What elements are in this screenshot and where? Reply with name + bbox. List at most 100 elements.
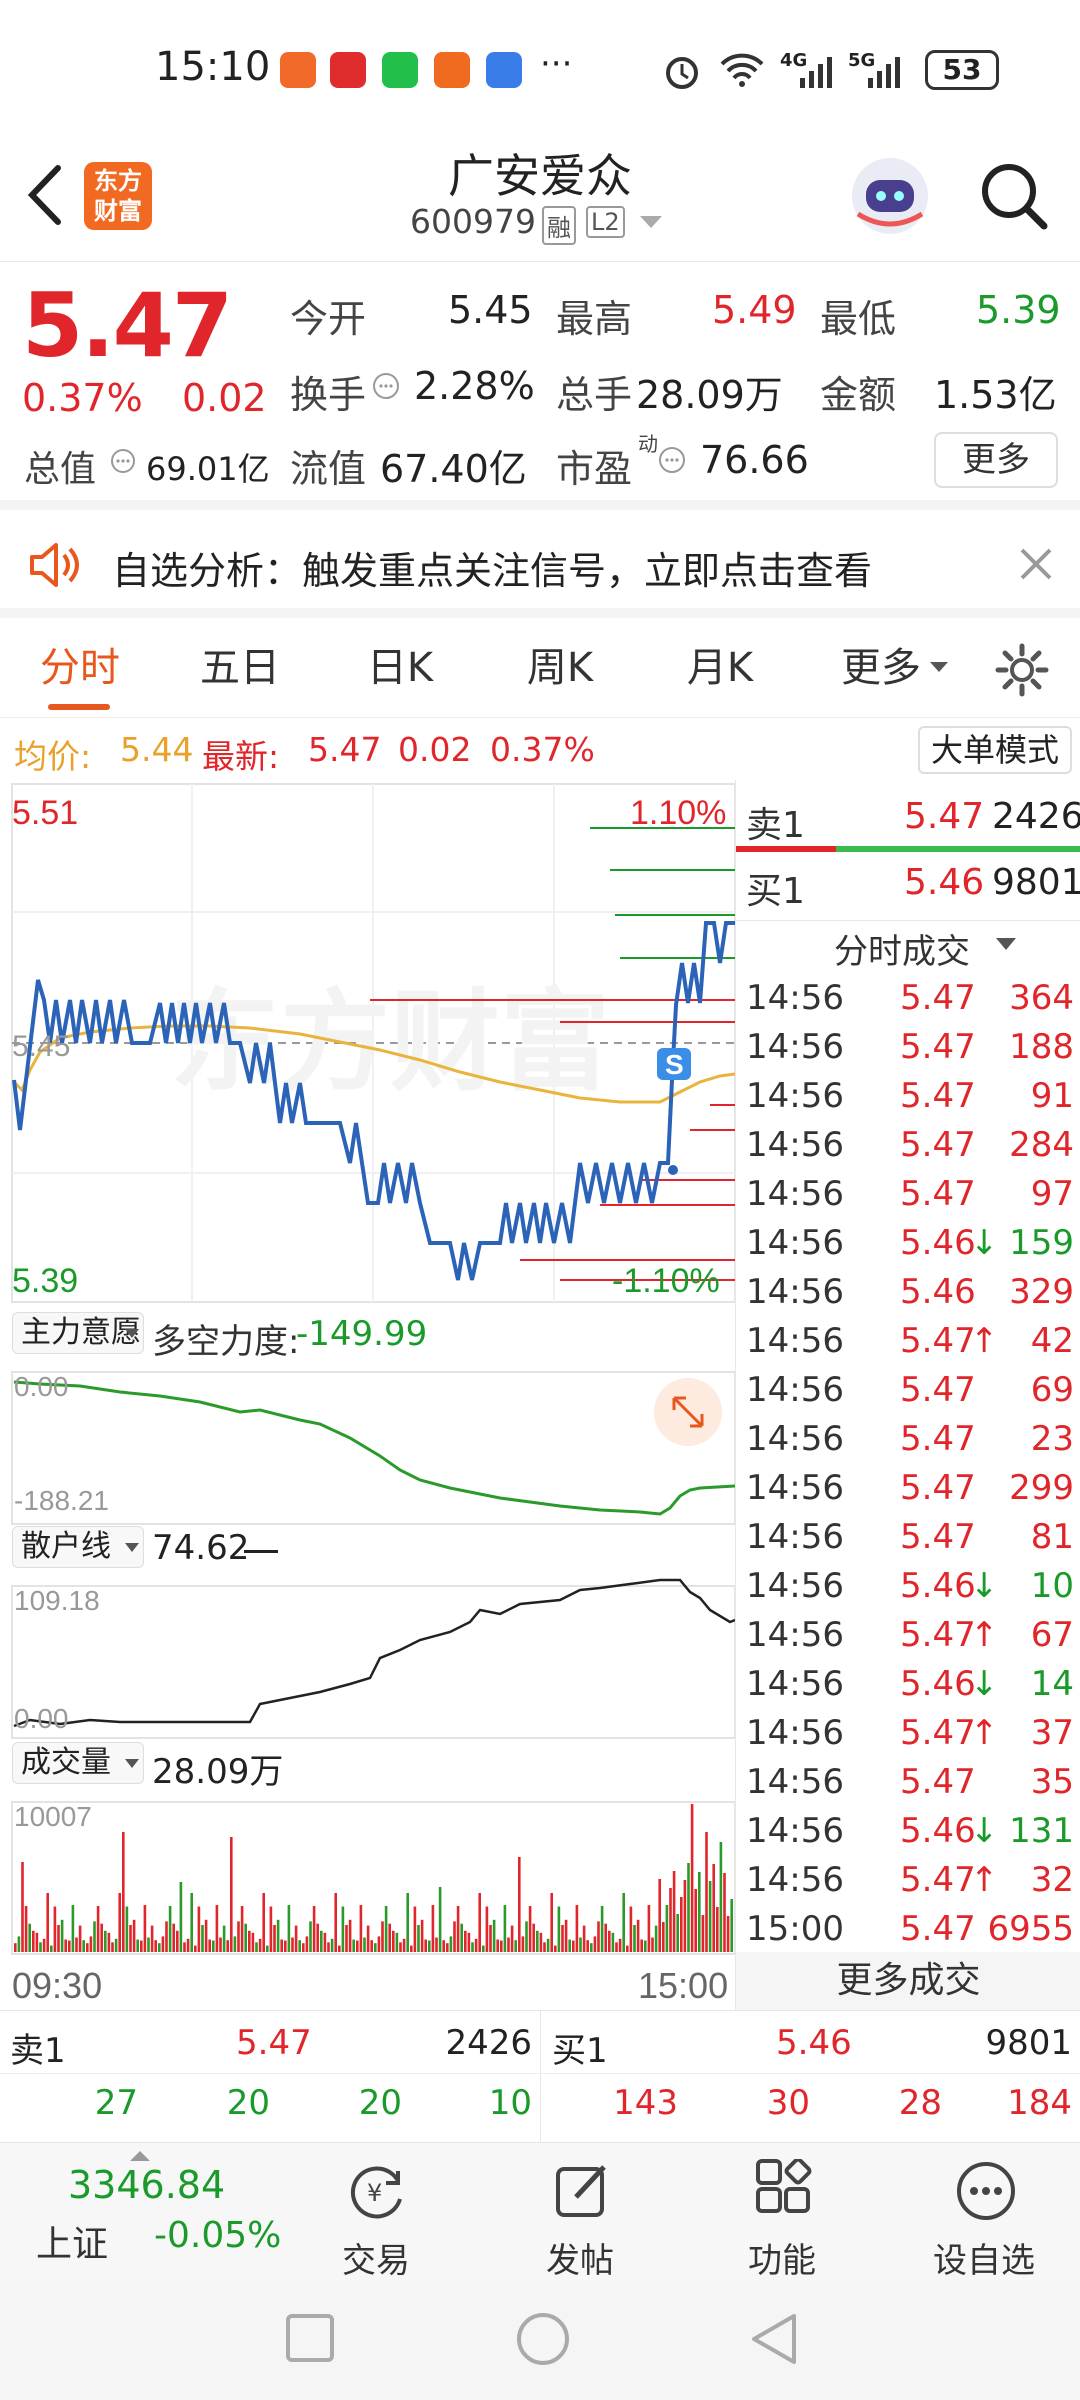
- tick-time: 14:56: [746, 1125, 844, 1165]
- volume-bar: [345, 1925, 348, 1952]
- big-order-mode-button[interactable]: 大单模式: [918, 726, 1072, 774]
- pct-axis-top: 1.10%: [630, 794, 726, 832]
- volume-bar: [204, 1919, 208, 1952]
- volume-bar: [554, 1945, 557, 1952]
- indicator1-value: -149.99: [296, 1314, 428, 1354]
- volume-bar: [431, 1905, 435, 1952]
- tab-functions[interactable]: 功能: [682, 2143, 882, 2281]
- battery-icon: 53: [925, 50, 999, 90]
- volume-bar: [503, 1905, 507, 1952]
- tab-more[interactable]: 更多: [826, 618, 936, 718]
- volume-bar: [24, 1906, 28, 1952]
- volume-bar: [244, 1923, 247, 1952]
- tick-row: 14:56 5.47 23: [736, 1413, 1080, 1462]
- indicator2-selector[interactable]: 散户线: [12, 1526, 144, 1568]
- volume-bar: [658, 1879, 661, 1952]
- home-icon[interactable]: [514, 2310, 572, 2368]
- tick-time: 14:56: [746, 1566, 844, 1606]
- charts-svg[interactable]: 东方财富 S 5.51 1.10% 5.45 5.39 -1.10% 0.00 …: [0, 780, 735, 2010]
- volume-bar: [309, 1921, 312, 1952]
- search-icon[interactable]: [978, 160, 1050, 232]
- volume-bar: [338, 1945, 341, 1952]
- tick-row: 14:56 5.47 ↑ 37: [736, 1707, 1080, 1756]
- tick-time: 14:56: [746, 1762, 844, 1802]
- tick-time: 14:56: [746, 1321, 844, 1361]
- order-book: 卖1 5.47 2426 买1 5.46 9801 分时成交 14:56 5.47…: [735, 780, 1080, 2010]
- avg-price-value: 5.44: [120, 730, 194, 769]
- volume-bar: [719, 1842, 723, 1952]
- close-icon[interactable]: [1018, 546, 1054, 582]
- tick-price: 5.47: [900, 1517, 976, 1557]
- volume-bar: [298, 1940, 301, 1952]
- tick-row: 14:56 5.47 91: [736, 1070, 1080, 1119]
- tick-price: 5.46: [900, 1272, 976, 1312]
- tab-post[interactable]: 发帖: [480, 2143, 680, 2281]
- volume-bar: [568, 1939, 571, 1952]
- volume-bar: [708, 1881, 712, 1952]
- tab-add-watchlist[interactable]: 设自选: [884, 2143, 1080, 2281]
- index-widget[interactable]: 3346.84 上证 -0.05%: [0, 2143, 300, 2281]
- volume-bar: [528, 1906, 532, 1952]
- volume-bar: [341, 1906, 345, 1952]
- avg-price-label: 均价:: [14, 737, 92, 776]
- robot-assistant-icon[interactable]: [848, 154, 932, 238]
- volume-bar: [662, 1922, 665, 1952]
- pe-label: 市盈: [556, 447, 633, 491]
- volume-bar: [60, 1919, 64, 1952]
- indicator3-selector[interactable]: 成交量: [12, 1742, 144, 1784]
- tick-volume: 67: [1030, 1615, 1074, 1655]
- level1-quote-bar: 卖1 5.47 2426 买1 5.46 9801 27 20 20 10 14…: [0, 2010, 1080, 2143]
- volume-bar: [474, 1938, 478, 1952]
- tab-trade[interactable]: ¥ 交易: [276, 2143, 476, 2281]
- tab-monthly-k[interactable]: 月K: [660, 618, 780, 718]
- divider: [736, 920, 1080, 921]
- info-icon[interactable]: [110, 448, 136, 474]
- tick-time: 14:56: [746, 1664, 844, 1704]
- volume-bar: [194, 1945, 197, 1952]
- tick-price: 5.47: [900, 1615, 976, 1655]
- volume-bar: [435, 1937, 438, 1952]
- recent-apps-icon[interactable]: [284, 2312, 338, 2366]
- analysis-notice[interactable]: 自选分析：触发重点关注信号，立即点击查看: [0, 520, 1080, 618]
- volume-bar: [269, 1906, 273, 1952]
- tab-five-day[interactable]: 五日: [180, 618, 300, 718]
- volume-bar: [464, 1930, 467, 1952]
- volume-bar: [132, 1919, 136, 1952]
- volume-bar: [582, 1925, 586, 1952]
- apps-icon: [756, 2159, 812, 2213]
- volume-bar: [366, 1925, 370, 1952]
- tab-weekly-k[interactable]: 周K: [500, 618, 620, 718]
- tick-time: 14:56: [746, 1223, 844, 1263]
- tab-daily-k[interactable]: 日K: [340, 618, 460, 718]
- back-nav-icon[interactable]: [746, 2310, 802, 2368]
- buy-pressure-bar: [836, 846, 1080, 852]
- tab-intraday[interactable]: 分时: [20, 618, 140, 718]
- tick-price: 5.47: [900, 1713, 976, 1753]
- more-button[interactable]: 更多: [934, 432, 1058, 488]
- tick-price: 5.47: [900, 1909, 976, 1949]
- volume-bar: [543, 1942, 546, 1952]
- more-dots-icon: [957, 2162, 1015, 2220]
- volume-bar: [500, 1940, 503, 1952]
- info-icon[interactable]: [372, 372, 400, 400]
- tick-time: 14:56: [746, 1615, 844, 1655]
- indicator1-selector[interactable]: 主力意愿: [12, 1312, 144, 1354]
- volume-bar: [176, 1930, 179, 1952]
- tick-time: 14:56: [746, 1076, 844, 1116]
- stock-code-row[interactable]: 600979 融 L2: [410, 202, 670, 246]
- ticks-header[interactable]: 分时成交: [834, 924, 970, 973]
- buy1-volume: 9801: [992, 862, 1080, 903]
- tick-volume: 97: [1030, 1174, 1074, 1214]
- volume-bar: [320, 1930, 323, 1952]
- info-icon[interactable]: [658, 446, 686, 474]
- more-ticks-button[interactable]: 更多成交: [736, 1952, 1080, 2010]
- gear-icon[interactable]: [994, 642, 1050, 698]
- volume-bar: [633, 1925, 636, 1952]
- volume-bar: [273, 1925, 276, 1952]
- ticks-list[interactable]: 14:56 5.47 364 14:56 5.47 188 14:56 5.47 91 14:56…: [736, 972, 1080, 1952]
- chevron-down-icon: [640, 216, 662, 228]
- volume-bar: [514, 1940, 517, 1952]
- tick-row: 14:56 5.47 69: [736, 1364, 1080, 1413]
- tick-price: 5.47: [900, 1076, 976, 1116]
- tick-volume: 81: [1030, 1517, 1074, 1557]
